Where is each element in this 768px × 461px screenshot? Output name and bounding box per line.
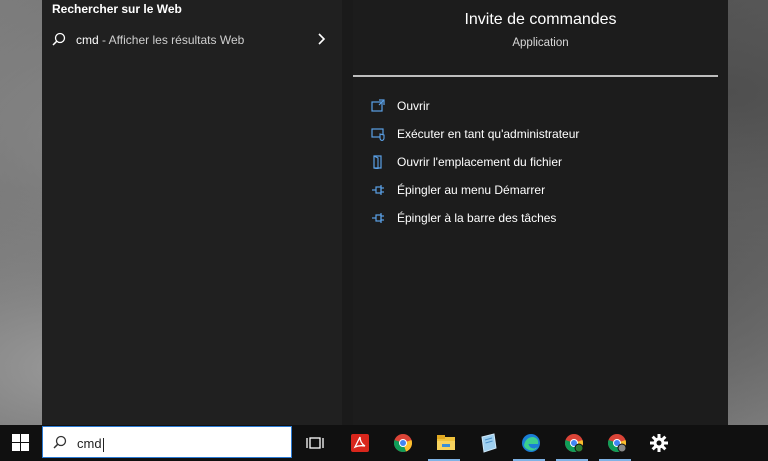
action-label: Épingler à la barre des tâches: [397, 211, 557, 225]
text-caret: [102, 437, 104, 452]
action-label: Ouvrir: [397, 99, 430, 113]
taskbar-search-input[interactable]: cmd: [77, 436, 104, 452]
action-pin-taskbar[interactable]: Épingler à la barre des tâches: [371, 204, 579, 232]
divider: [353, 75, 718, 77]
pin-icon: [371, 183, 385, 197]
action-list: Ouvrir Exécuter en tant qu'administrateu…: [371, 92, 579, 232]
taskbar-search-box[interactable]: cmd: [42, 426, 292, 458]
pin-icon: [371, 211, 385, 225]
action-label: Exécuter en tant qu'administrateur: [397, 127, 580, 141]
app-subtitle: Application: [512, 37, 569, 49]
action-run-as-admin[interactable]: Exécuter en tant qu'administrateur: [371, 120, 579, 148]
edge-icon[interactable]: [519, 431, 543, 455]
action-open[interactable]: Ouvrir: [371, 92, 579, 120]
action-label: Épingler au menu Démarrer: [397, 183, 546, 197]
action-open-file-location[interactable]: Ouvrir l'emplacement du fichier: [371, 148, 579, 176]
chrome-icon[interactable]: [562, 431, 586, 455]
search-icon: [52, 32, 66, 51]
task-view-icon[interactable]: [303, 431, 327, 455]
search-value: cmd: [77, 436, 102, 451]
acrobat-icon[interactable]: [348, 431, 372, 455]
chrome-icon[interactable]: [391, 431, 415, 455]
action-pin-start[interactable]: Épingler au menu Démarrer: [371, 176, 579, 204]
chevron-right-icon[interactable]: [316, 32, 326, 51]
file-location-icon: [371, 155, 385, 169]
settings-icon[interactable]: [647, 431, 671, 455]
taskbar: cmd: [0, 425, 768, 461]
open-icon: [371, 99, 385, 113]
chrome-icon[interactable]: [605, 431, 629, 455]
windows-start-icon[interactable]: [12, 434, 29, 456]
app-details-pane: Invite de commandes Application Ouvrir E…: [353, 0, 728, 425]
search-icon: [53, 435, 67, 454]
web-result-query: cmd: [76, 33, 99, 47]
app-title: Invite de commandes: [464, 11, 617, 28]
file-explorer-icon[interactable]: [434, 431, 458, 455]
run-as-admin-icon: [371, 127, 385, 141]
action-label: Ouvrir l'emplacement du fichier: [397, 155, 563, 169]
search-results-pane: Rechercher sur le Web cmd - Afficher les…: [42, 0, 342, 425]
web-search-result[interactable]: cmd - Afficher les résultats Web: [42, 26, 342, 54]
notepad-icon[interactable]: [476, 431, 500, 455]
pane-gap: [342, 0, 353, 425]
web-result-suffix: - Afficher les résultats Web: [98, 33, 245, 47]
web-result-text: cmd - Afficher les résultats Web: [76, 33, 244, 47]
start-menu: Rechercher sur le Web cmd - Afficher les…: [42, 0, 728, 425]
section-header: Rechercher sur le Web: [52, 2, 182, 16]
